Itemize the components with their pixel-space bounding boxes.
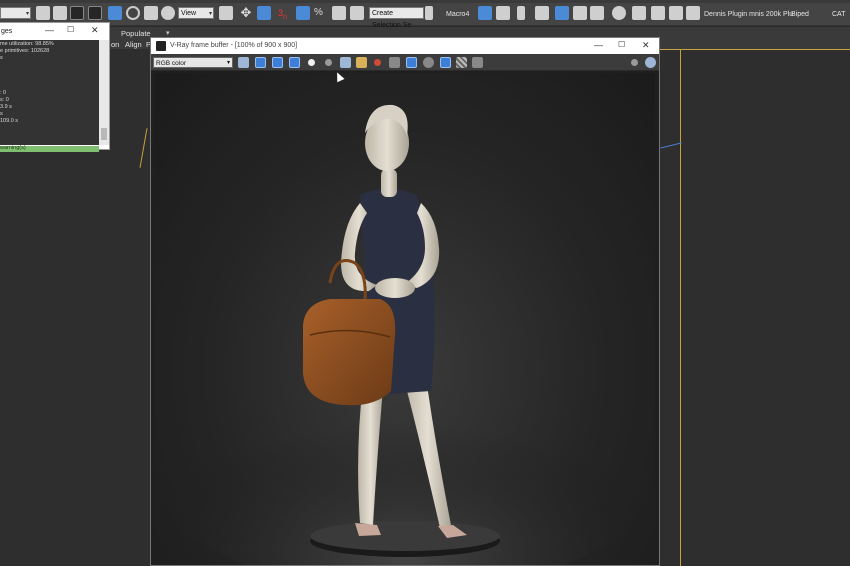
vfb-toolbar: RGB color ▾ bbox=[151, 54, 659, 71]
reference-coordinate-value: View bbox=[181, 10, 197, 17]
close-icon[interactable]: ✕ bbox=[91, 25, 99, 36]
mirror-icon[interactable] bbox=[478, 6, 492, 20]
select-scale-icon[interactable] bbox=[144, 6, 158, 20]
track-mouse-icon[interactable] bbox=[406, 57, 417, 68]
percent-snap-icon[interactable]: % bbox=[314, 6, 328, 20]
save-image-icon[interactable] bbox=[238, 57, 249, 68]
progress-messages-window: ges — ☐ ✕ me utilization: 98.85% e primi… bbox=[0, 22, 110, 152]
tab-more-chevron[interactable]: ▾ bbox=[166, 29, 170, 37]
select-object-icon[interactable] bbox=[36, 6, 50, 20]
biped-label[interactable]: Biped bbox=[791, 11, 809, 18]
curve-editor-icon[interactable] bbox=[573, 6, 587, 20]
log-line: s: 0 bbox=[0, 97, 9, 103]
log-line: 109.0 s bbox=[0, 118, 19, 124]
log-line: e primitives: 102628 bbox=[0, 48, 50, 54]
vfb-titlebar[interactable]: V-Ray frame buffer - [100% of 900 x 900]… bbox=[151, 38, 659, 54]
render-setup-icon[interactable] bbox=[632, 6, 646, 20]
render-production-icon[interactable] bbox=[669, 6, 683, 20]
viewport-border-top bbox=[660, 49, 850, 50]
move-gizmo-icon[interactable]: ✥ bbox=[239, 6, 253, 20]
layer-manager-icon[interactable] bbox=[535, 6, 549, 20]
log-line: s bbox=[0, 111, 3, 117]
render-icon[interactable] bbox=[645, 57, 656, 68]
green-channel-icon[interactable] bbox=[272, 57, 283, 68]
link-to-render-icon[interactable] bbox=[440, 57, 451, 68]
selection-filter-dropdown[interactable]: ▾ bbox=[0, 7, 31, 19]
keyboard-shortcut-override-icon[interactable] bbox=[257, 6, 271, 20]
place-icon[interactable] bbox=[161, 6, 175, 20]
maximize-icon[interactable]: ☐ bbox=[67, 25, 74, 34]
messages-scroll-thumb[interactable] bbox=[101, 128, 107, 140]
spinner-snap-icon[interactable] bbox=[332, 6, 346, 20]
edit-named-selection-icon[interactable] bbox=[350, 6, 364, 20]
vray-frame-buffer-window: V-Ray frame buffer - [100% of 900 x 900]… bbox=[150, 37, 660, 566]
messages-titlebar[interactable]: ges — ☐ ✕ bbox=[0, 23, 109, 40]
align-icon[interactable] bbox=[496, 6, 510, 20]
named-selection-arrow-icon[interactable] bbox=[425, 6, 433, 20]
close-icon[interactable]: ✕ bbox=[642, 40, 650, 51]
load-image-icon[interactable] bbox=[356, 57, 367, 68]
messages-scrollbar[interactable] bbox=[99, 40, 109, 145]
reference-coordinate-dropdown[interactable]: View ▾ bbox=[178, 7, 214, 19]
pivot-center-icon[interactable] bbox=[219, 6, 233, 20]
viewport-border-right bbox=[680, 49, 681, 566]
channel-dropdown[interactable]: RGB color ▾ bbox=[153, 57, 233, 68]
cat-label[interactable]: CAT bbox=[832, 11, 845, 18]
show-corrections-icon[interactable] bbox=[456, 57, 467, 68]
messages-log[interactable]: me utilization: 98.85% e primitives: 102… bbox=[0, 40, 99, 152]
messages-title: ges bbox=[1, 28, 13, 35]
select-by-name-icon[interactable] bbox=[53, 6, 67, 20]
select-rotate-icon[interactable] bbox=[126, 6, 140, 20]
region-render-icon[interactable] bbox=[423, 57, 434, 68]
red-channel-icon[interactable] bbox=[255, 57, 266, 68]
log-line: s bbox=[0, 55, 3, 61]
minimize-icon[interactable]: — bbox=[594, 40, 603, 50]
alpha-channel-icon[interactable] bbox=[306, 57, 317, 68]
tab-populate[interactable]: Populate bbox=[121, 29, 151, 38]
viewport-left-area[interactable] bbox=[0, 150, 110, 566]
mannequin-render bbox=[155, 104, 655, 565]
named-selection-dropdown[interactable]: Create Selection Se bbox=[369, 7, 424, 29]
snaps-toggle-icon[interactable]: 3n bbox=[278, 6, 292, 21]
clear-image-icon[interactable] bbox=[372, 57, 383, 68]
rectangle-selection-icon[interactable] bbox=[70, 6, 84, 20]
scene-explorer-icon[interactable] bbox=[517, 6, 525, 20]
monochrome-icon[interactable] bbox=[323, 57, 334, 68]
plugin-label[interactable]: Dennis Plugin mnis 200k Plu bbox=[704, 11, 793, 18]
log-line: me utilization: 98.85% bbox=[0, 41, 54, 47]
log-line: : 0 bbox=[0, 90, 7, 96]
macro-label[interactable]: Macro4 bbox=[446, 11, 469, 18]
vfb-title: V-Ray frame buffer - [100% of 900 x 900] bbox=[170, 42, 298, 49]
select-move-icon[interactable] bbox=[108, 6, 122, 20]
log-line: 3.9 s bbox=[0, 104, 12, 110]
blue-channel-icon[interactable] bbox=[289, 57, 300, 68]
stop-render-icon[interactable] bbox=[629, 57, 640, 68]
main-toolbar: ▾ View ▾ ✥ 3n % Create Selection Se Macro… bbox=[0, 0, 850, 29]
log-line-warnings: warning(s) bbox=[0, 145, 26, 151]
window-crossing-icon[interactable] bbox=[88, 6, 102, 20]
material-editor-icon[interactable] bbox=[612, 6, 626, 20]
vray-logo-icon bbox=[156, 41, 166, 51]
ribbon-label-partial[interactable]: on bbox=[111, 40, 119, 49]
menu-bar bbox=[0, 0, 850, 3]
minimize-icon[interactable]: — bbox=[45, 25, 54, 35]
render-last-icon[interactable] bbox=[472, 57, 483, 68]
channel-value: RGB color bbox=[156, 60, 186, 67]
rendered-image[interactable] bbox=[155, 73, 655, 565]
schematic-view-icon[interactable] bbox=[590, 6, 604, 20]
save-icon[interactable] bbox=[340, 57, 351, 68]
ribbon-align[interactable]: Align bbox=[125, 40, 142, 49]
duplicate-to-frame-buffer-icon[interactable] bbox=[389, 57, 400, 68]
rendered-frame-window-icon[interactable] bbox=[651, 6, 665, 20]
maximize-icon[interactable]: ☐ bbox=[618, 40, 625, 49]
toggle-ribbon-icon[interactable] bbox=[555, 6, 569, 20]
render-iterative-icon[interactable] bbox=[686, 6, 700, 20]
app-root: ▾ View ▾ ✥ 3n % Create Selection Se Macro… bbox=[0, 0, 850, 566]
angle-snap-icon[interactable] bbox=[296, 6, 310, 20]
